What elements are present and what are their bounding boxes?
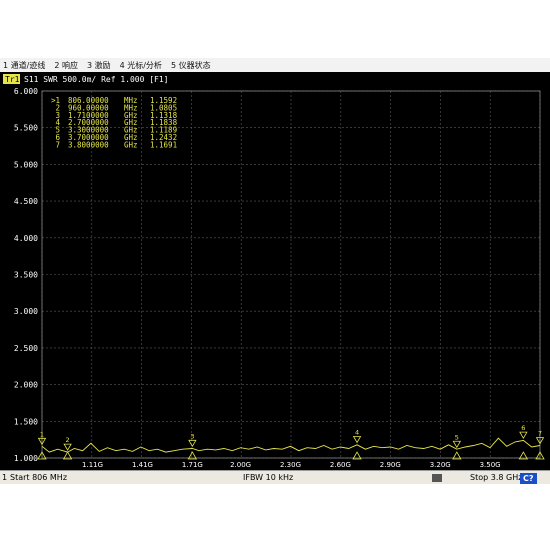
marker-label: 1 (40, 430, 44, 438)
menu-item-instrument-state[interactable]: 5 仪器状态 (171, 60, 211, 71)
marker-label: 3 (190, 432, 194, 440)
y-tick-label: 6.000 (14, 87, 38, 96)
marker-label: 5 (455, 433, 459, 441)
status-bar: 1 Start 806 MHz IFBW 10 kHz Stop 3.8 GHz… (0, 470, 550, 484)
y-tick-label: 4.000 (14, 234, 38, 243)
menu-item-response[interactable]: 2 响应 (54, 60, 78, 71)
trace-id: Tr1 (5, 75, 20, 84)
y-tick-label: 1.500 (14, 417, 38, 426)
marker-table-cell: 3.8000000 (68, 140, 109, 149)
menu-item-marker-analysis[interactable]: 4 光标/分析 (120, 60, 162, 71)
status-ifbw[interactable]: IFBW 10 kHz (243, 473, 293, 482)
status-channel: 1 (2, 473, 8, 482)
marker-table-cell: 1.1691 (150, 140, 177, 149)
marker-label: 4 (355, 429, 359, 437)
status-stop-frequency[interactable]: Stop 3.8 GHz (470, 473, 522, 482)
marker-table-cell: 7 (55, 140, 60, 149)
y-tick-label: 3.000 (14, 307, 38, 316)
x-tick-label: 1.11G (82, 461, 103, 469)
x-tick-label: 2.60G (330, 461, 351, 469)
x-tick-label: 2.00G (230, 461, 251, 469)
y-tick-label: 4.500 (14, 197, 38, 206)
status-start-frequency[interactable]: Start 806 MHz (10, 473, 67, 482)
trace-header-text: S11 SWR 500.0m/ Ref 1.000 [F1] (24, 75, 169, 84)
x-tick-label: 2.30G (280, 461, 301, 469)
x-tick-label: 3.20G (430, 461, 451, 469)
marker-label: 2 (66, 436, 70, 444)
status-indicator-icon (432, 474, 442, 482)
y-tick-label: 5.000 (14, 160, 38, 169)
x-tick-label: 3.50G (480, 461, 501, 469)
x-tick-label: 1.71G (182, 461, 203, 469)
menu-bar: 1 通道/迹线 2 响应 3 激励 4 光标/分析 5 仪器状态 (0, 58, 550, 72)
menu-item-channel-trace[interactable]: 1 通道/迹线 (3, 60, 45, 71)
swr-chart[interactable]: Tr1 S11 SWR 500.0m/ Ref 1.000 [F1] 6.000… (0, 72, 550, 470)
y-tick-label: 1.000 (14, 454, 38, 463)
marker-label: 7 (538, 430, 542, 438)
x-tick-label: 1.41G (132, 461, 153, 469)
marker-table-cell: GHz (124, 140, 138, 149)
y-tick-label: 5.500 (14, 124, 38, 133)
x-axis-ticks: 1.11G 1.41G 1.71G 2.00G 2.30G 2.60G 2.90G 3.20G… (82, 461, 501, 469)
y-tick-label: 3.500 (14, 271, 38, 280)
calibration-badge[interactable]: C? (520, 473, 537, 484)
x-tick-label: 2.90G (380, 461, 401, 469)
y-tick-label: 2.000 (14, 381, 38, 390)
marker-label: 6 (521, 424, 525, 432)
y-tick-label: 2.500 (14, 344, 38, 353)
menu-item-stimulus[interactable]: 3 激励 (87, 60, 111, 71)
analyzer-display: Tr1 S11 SWR 500.0m/ Ref 1.000 [F1] 6.000… (0, 72, 550, 484)
